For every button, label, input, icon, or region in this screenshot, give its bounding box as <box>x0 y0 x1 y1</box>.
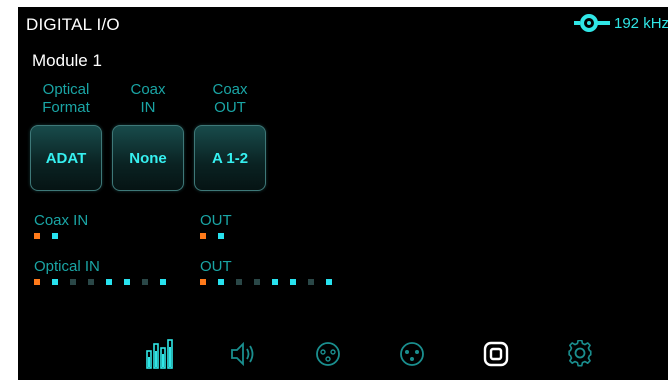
coax-in-header-line2: IN <box>140 99 156 116</box>
coax-out-header: Coax OUT <box>185 81 275 117</box>
nav-meters[interactable] <box>118 337 202 371</box>
clock-sync-icon <box>574 14 610 32</box>
module-name: Module 1 <box>32 51 102 70</box>
optical-in-signal-label: Optical IN <box>34 258 100 275</box>
coax-in-signal-label: Coax IN <box>34 212 89 229</box>
nav-settings[interactable] <box>538 337 622 371</box>
coax-in-header: Coax IN <box>103 81 193 117</box>
led-indicator <box>52 279 58 285</box>
speaker-icon <box>231 341 254 367</box>
led-indicator <box>200 233 206 239</box>
led-indicator <box>160 279 166 285</box>
optical-format-header-line2: Format <box>42 99 90 116</box>
optical-format-button[interactable]: ADAT <box>30 125 102 191</box>
gear-icon <box>568 340 592 367</box>
coax-in-header-line1: Coax <box>130 81 166 98</box>
led-indicator <box>290 279 296 285</box>
xlr-input-icon <box>316 342 340 366</box>
coax-out-signal-label: OUT <box>200 212 232 229</box>
led-indicator <box>218 233 224 239</box>
nav-xlr-output[interactable] <box>370 337 454 371</box>
xlr-output-icon <box>400 342 424 366</box>
optical-out-signal-label: OUT <box>200 258 232 275</box>
led-indicator <box>254 279 260 285</box>
nav-xlr-input[interactable] <box>286 337 370 371</box>
led-indicator <box>124 279 130 285</box>
sample-rate-label: 192 kHz <box>614 14 668 32</box>
coax-out-header-line1: Coax <box>212 81 248 98</box>
led-indicator <box>142 279 148 285</box>
led-indicator <box>52 233 58 239</box>
coax-out-leds <box>200 233 236 239</box>
bottom-nav <box>118 337 622 371</box>
digital-io-icon <box>483 341 509 367</box>
device-screen: DIGITAL I/O 192 kHz Module 1 Optical For… <box>18 7 668 380</box>
coax-out-button[interactable]: A 1-2 <box>194 125 266 191</box>
led-indicator <box>70 279 76 285</box>
optical-out-leds <box>200 279 344 285</box>
led-indicator <box>200 279 206 285</box>
led-indicator <box>106 279 112 285</box>
led-indicator <box>308 279 314 285</box>
led-indicator <box>34 233 40 239</box>
led-indicator <box>272 279 278 285</box>
meters-icon <box>146 339 173 369</box>
optical-format-header-line1: Optical <box>42 81 90 98</box>
led-indicator <box>34 279 40 285</box>
coax-in-button[interactable]: None <box>112 125 184 191</box>
nav-digital-io[interactable] <box>454 337 538 371</box>
led-indicator <box>236 279 242 285</box>
coax-out-header-line2: OUT <box>214 99 246 116</box>
optical-format-header: Optical Format <box>21 81 111 117</box>
page-title: DIGITAL I/O <box>26 15 120 34</box>
led-indicator <box>88 279 94 285</box>
sample-rate-indicator: 192 kHz <box>574 12 668 34</box>
coax-in-leds <box>34 233 70 239</box>
nav-speaker[interactable] <box>202 337 286 371</box>
led-indicator <box>326 279 332 285</box>
led-indicator <box>218 279 224 285</box>
optical-in-leds <box>34 279 178 285</box>
